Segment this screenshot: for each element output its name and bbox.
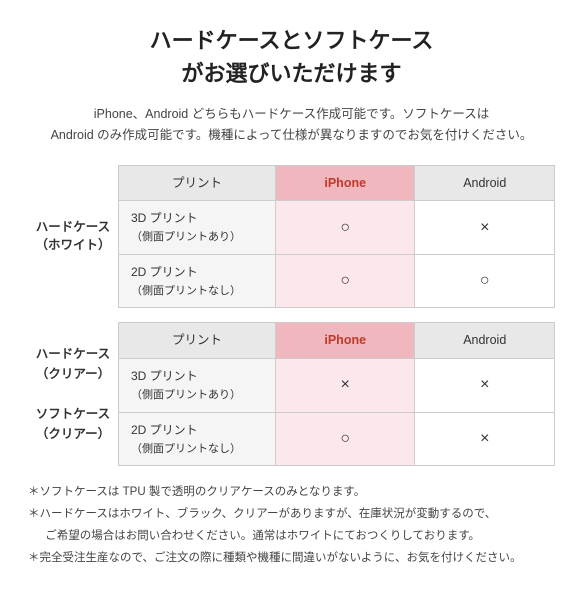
section1-header-android: Android (415, 165, 555, 201)
section2-table: プリント iPhone Android 3D プリント（側面プリントあり） × … (118, 322, 555, 466)
section-clear: ハードケース（クリアー）ソフトケース（クリアー） プリント iPhone And… (28, 322, 555, 466)
section1-row2-print: 2D プリント（側面プリントなし） (119, 254, 276, 308)
section1-label: ハードケース（ホワイト） (28, 165, 118, 309)
section1-table-wrap: プリント iPhone Android 3D プリント（側面プリントあり） ○ … (118, 165, 555, 309)
section2-row1-android: × (415, 359, 555, 413)
section2-row1-print: 3D プリント（側面プリントあり） (119, 359, 276, 413)
section1-row1-print: 3D プリント（側面プリントあり） (119, 201, 276, 255)
note-2: ＊ハードケースはホワイト、ブラック、クリアーがありますが、在庫状況が変動するので… (28, 504, 555, 548)
table-row: 3D プリント（側面プリントあり） × × (119, 359, 555, 413)
section1-row2-iphone: ○ (275, 254, 415, 308)
section2-header-iphone: iPhone (275, 323, 415, 359)
section2-row2-android: × (415, 412, 555, 466)
section1-header-iphone: iPhone (275, 165, 415, 201)
section-hard-white: ハードケース（ホワイト） プリント iPhone Android 3D プリント… (28, 165, 555, 309)
note-1: ＊ソフトケースは TPU 製で透明のクリアケースのみとなります。 (28, 482, 555, 504)
note-3: ＊完全受注生産なので、ご注文の際に種類や機種に間違いがないように、お気を付けくだ… (28, 548, 555, 570)
table-row: 2D プリント（側面プリントなし） ○ × (119, 412, 555, 466)
section2-row2-iphone: ○ (275, 412, 415, 466)
section2-row2-print: 2D プリント（側面プリントなし） (119, 412, 276, 466)
section1-table: プリント iPhone Android 3D プリント（側面プリントあり） ○ … (118, 165, 555, 309)
section2-table-wrap: プリント iPhone Android 3D プリント（側面プリントあり） × … (118, 322, 555, 466)
section1-row1-android: × (415, 201, 555, 255)
section1-header-print: プリント (119, 165, 276, 201)
notes-section: ＊ソフトケースは TPU 製で透明のクリアケースのみとなります。 ＊ハードケース… (28, 482, 555, 569)
subtitle: iPhone、Android どちらもハードケース作成可能です。ソフトケースは … (28, 104, 555, 147)
table-row: 2D プリント（側面プリントなし） ○ ○ (119, 254, 555, 308)
section2-header-print: プリント (119, 323, 276, 359)
section2-row1-iphone: × (275, 359, 415, 413)
main-title: ハードケースとソフトケース がお選びいただけます (28, 24, 555, 90)
section1-row2-android: ○ (415, 254, 555, 308)
section2-label: ハードケース（クリアー）ソフトケース（クリアー） (28, 322, 118, 466)
section2-header-android: Android (415, 323, 555, 359)
table-row: 3D プリント（側面プリントあり） ○ × (119, 201, 555, 255)
section1-row1-iphone: ○ (275, 201, 415, 255)
